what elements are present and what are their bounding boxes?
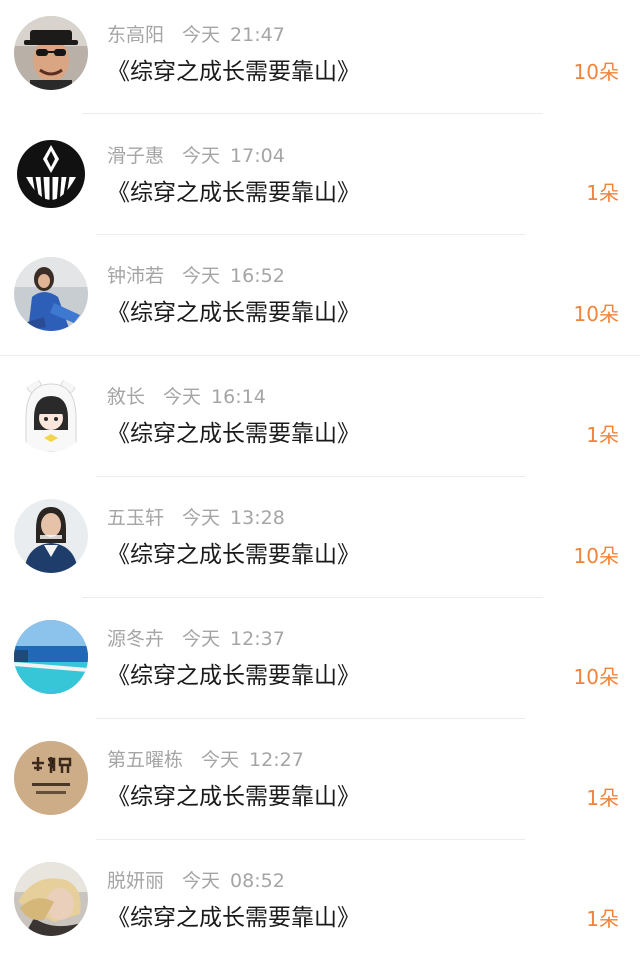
gift-count: 1朵 <box>586 423 619 447</box>
gift-count: 10朵 <box>573 60 619 84</box>
black-logo-icon <box>14 137 88 211</box>
gift-count: 1朵 <box>586 786 619 810</box>
list-item[interactable]: 第五曜栋 今天 12:27 《综穿之成长需要靠山》 1朵 <box>0 726 640 847</box>
entry-meta: 五玉轩 今天 13:28 <box>107 506 285 530</box>
entry-time: 16:52 <box>230 265 285 287</box>
entry-time: 08:52 <box>230 870 285 892</box>
list-item[interactable]: 敘长 今天 16:14 《综穿之成长需要靠山》 1朵 <box>0 363 640 484</box>
entry-date: 今天 <box>182 507 221 529</box>
divider <box>96 476 525 477</box>
girl-portrait-icon <box>14 499 88 573</box>
entry-date: 今天 <box>182 145 221 167</box>
user-name[interactable]: 滑子惠 <box>107 145 164 167</box>
girl-blue-jacket-icon <box>14 257 88 331</box>
divider <box>96 718 525 719</box>
avatar[interactable] <box>14 620 88 694</box>
divider <box>96 234 525 235</box>
gift-count: 10朵 <box>573 302 619 326</box>
user-name[interactable]: 第五曜栋 <box>107 749 183 771</box>
entry-date: 今天 <box>182 265 221 287</box>
list-item[interactable]: 东高阳 今天 21:47 《综穿之成长需要靠山》 10朵 <box>0 0 640 121</box>
list-item[interactable]: 五玉轩 今天 13:28 《综穿之成长需要靠山》 10朵 <box>0 484 640 605</box>
entry-time: 16:14 <box>211 386 266 408</box>
list-item[interactable]: 脱妍丽 今天 08:52 《综穿之成长需要靠山》 1朵 <box>0 847 640 968</box>
avatar[interactable] <box>14 257 88 331</box>
gift-count: 1朵 <box>586 907 619 931</box>
blonde-woman-icon <box>14 862 88 936</box>
avatar[interactable] <box>14 137 88 211</box>
book-title[interactable]: 《综穿之成长需要靠山》 <box>107 57 360 87</box>
entry-meta: 脱妍丽 今天 08:52 <box>107 869 285 893</box>
gift-count: 1朵 <box>586 181 619 205</box>
user-name[interactable]: 五玉轩 <box>107 507 164 529</box>
list-item[interactable]: 钟沛若 今天 16:52 《综穿之成长需要靠山》 10朵 <box>0 242 640 363</box>
book-title[interactable]: 《综穿之成长需要靠山》 <box>107 540 360 570</box>
entry-meta: 敘长 今天 16:14 <box>107 385 266 409</box>
entry-time: 13:28 <box>230 507 285 529</box>
avatar[interactable] <box>14 741 88 815</box>
book-title[interactable]: 《综穿之成长需要靠山》 <box>107 661 360 691</box>
avatar[interactable] <box>14 499 88 573</box>
gift-count: 10朵 <box>573 544 619 568</box>
graduation-sign-icon <box>14 741 88 815</box>
entry-date: 今天 <box>182 24 221 46</box>
entry-meta: 东高阳 今天 21:47 <box>107 23 285 47</box>
entry-meta: 滑子惠 今天 17:04 <box>107 144 285 168</box>
book-title[interactable]: 《综穿之成长需要靠山》 <box>107 419 360 449</box>
list-item[interactable]: 源冬卉 今天 12:37 《综穿之成长需要靠山》 10朵 <box>0 605 640 726</box>
divider <box>0 355 640 356</box>
entry-date: 今天 <box>163 386 202 408</box>
man-sunglasses-hat-icon <box>14 16 88 90</box>
avatar[interactable] <box>14 16 88 90</box>
entry-time: 21:47 <box>230 24 285 46</box>
divider <box>82 113 543 114</box>
entry-meta: 钟沛若 今天 16:52 <box>107 264 285 288</box>
entry-meta: 源冬卉 今天 12:37 <box>107 627 285 651</box>
entry-meta: 第五曜栋 今天 12:27 <box>107 748 304 772</box>
list-item[interactable]: 滑子惠 今天 17:04 《综穿之成长需要靠山》 1朵 <box>0 121 640 242</box>
book-title[interactable]: 《综穿之成长需要靠山》 <box>107 178 360 208</box>
avatar[interactable] <box>14 378 88 452</box>
book-title[interactable]: 《综穿之成长需要靠山》 <box>107 298 360 328</box>
user-name[interactable]: 源冬卉 <box>107 628 164 650</box>
gift-count: 10朵 <box>573 665 619 689</box>
divider <box>82 597 543 598</box>
entry-time: 12:37 <box>230 628 285 650</box>
avatar[interactable] <box>14 862 88 936</box>
book-title[interactable]: 《综穿之成长需要靠山》 <box>107 903 360 933</box>
cartoon-girl-bear-hood-icon <box>14 378 88 452</box>
user-name[interactable]: 敘长 <box>107 386 145 408</box>
divider <box>96 839 525 840</box>
entry-date: 今天 <box>201 749 240 771</box>
infinity-pool-sea-icon <box>14 620 88 694</box>
entry-date: 今天 <box>182 628 221 650</box>
entry-date: 今天 <box>182 870 221 892</box>
entry-time: 17:04 <box>230 145 285 167</box>
user-name[interactable]: 脱妍丽 <box>107 870 164 892</box>
user-name[interactable]: 钟沛若 <box>107 265 164 287</box>
entry-time: 12:27 <box>249 749 304 771</box>
book-title[interactable]: 《综穿之成长需要靠山》 <box>107 782 360 812</box>
gift-record-list: 东高阳 今天 21:47 《综穿之成长需要靠山》 10朵 滑子惠 今天 17:04 《综… <box>0 0 640 942</box>
user-name[interactable]: 东高阳 <box>107 24 164 46</box>
